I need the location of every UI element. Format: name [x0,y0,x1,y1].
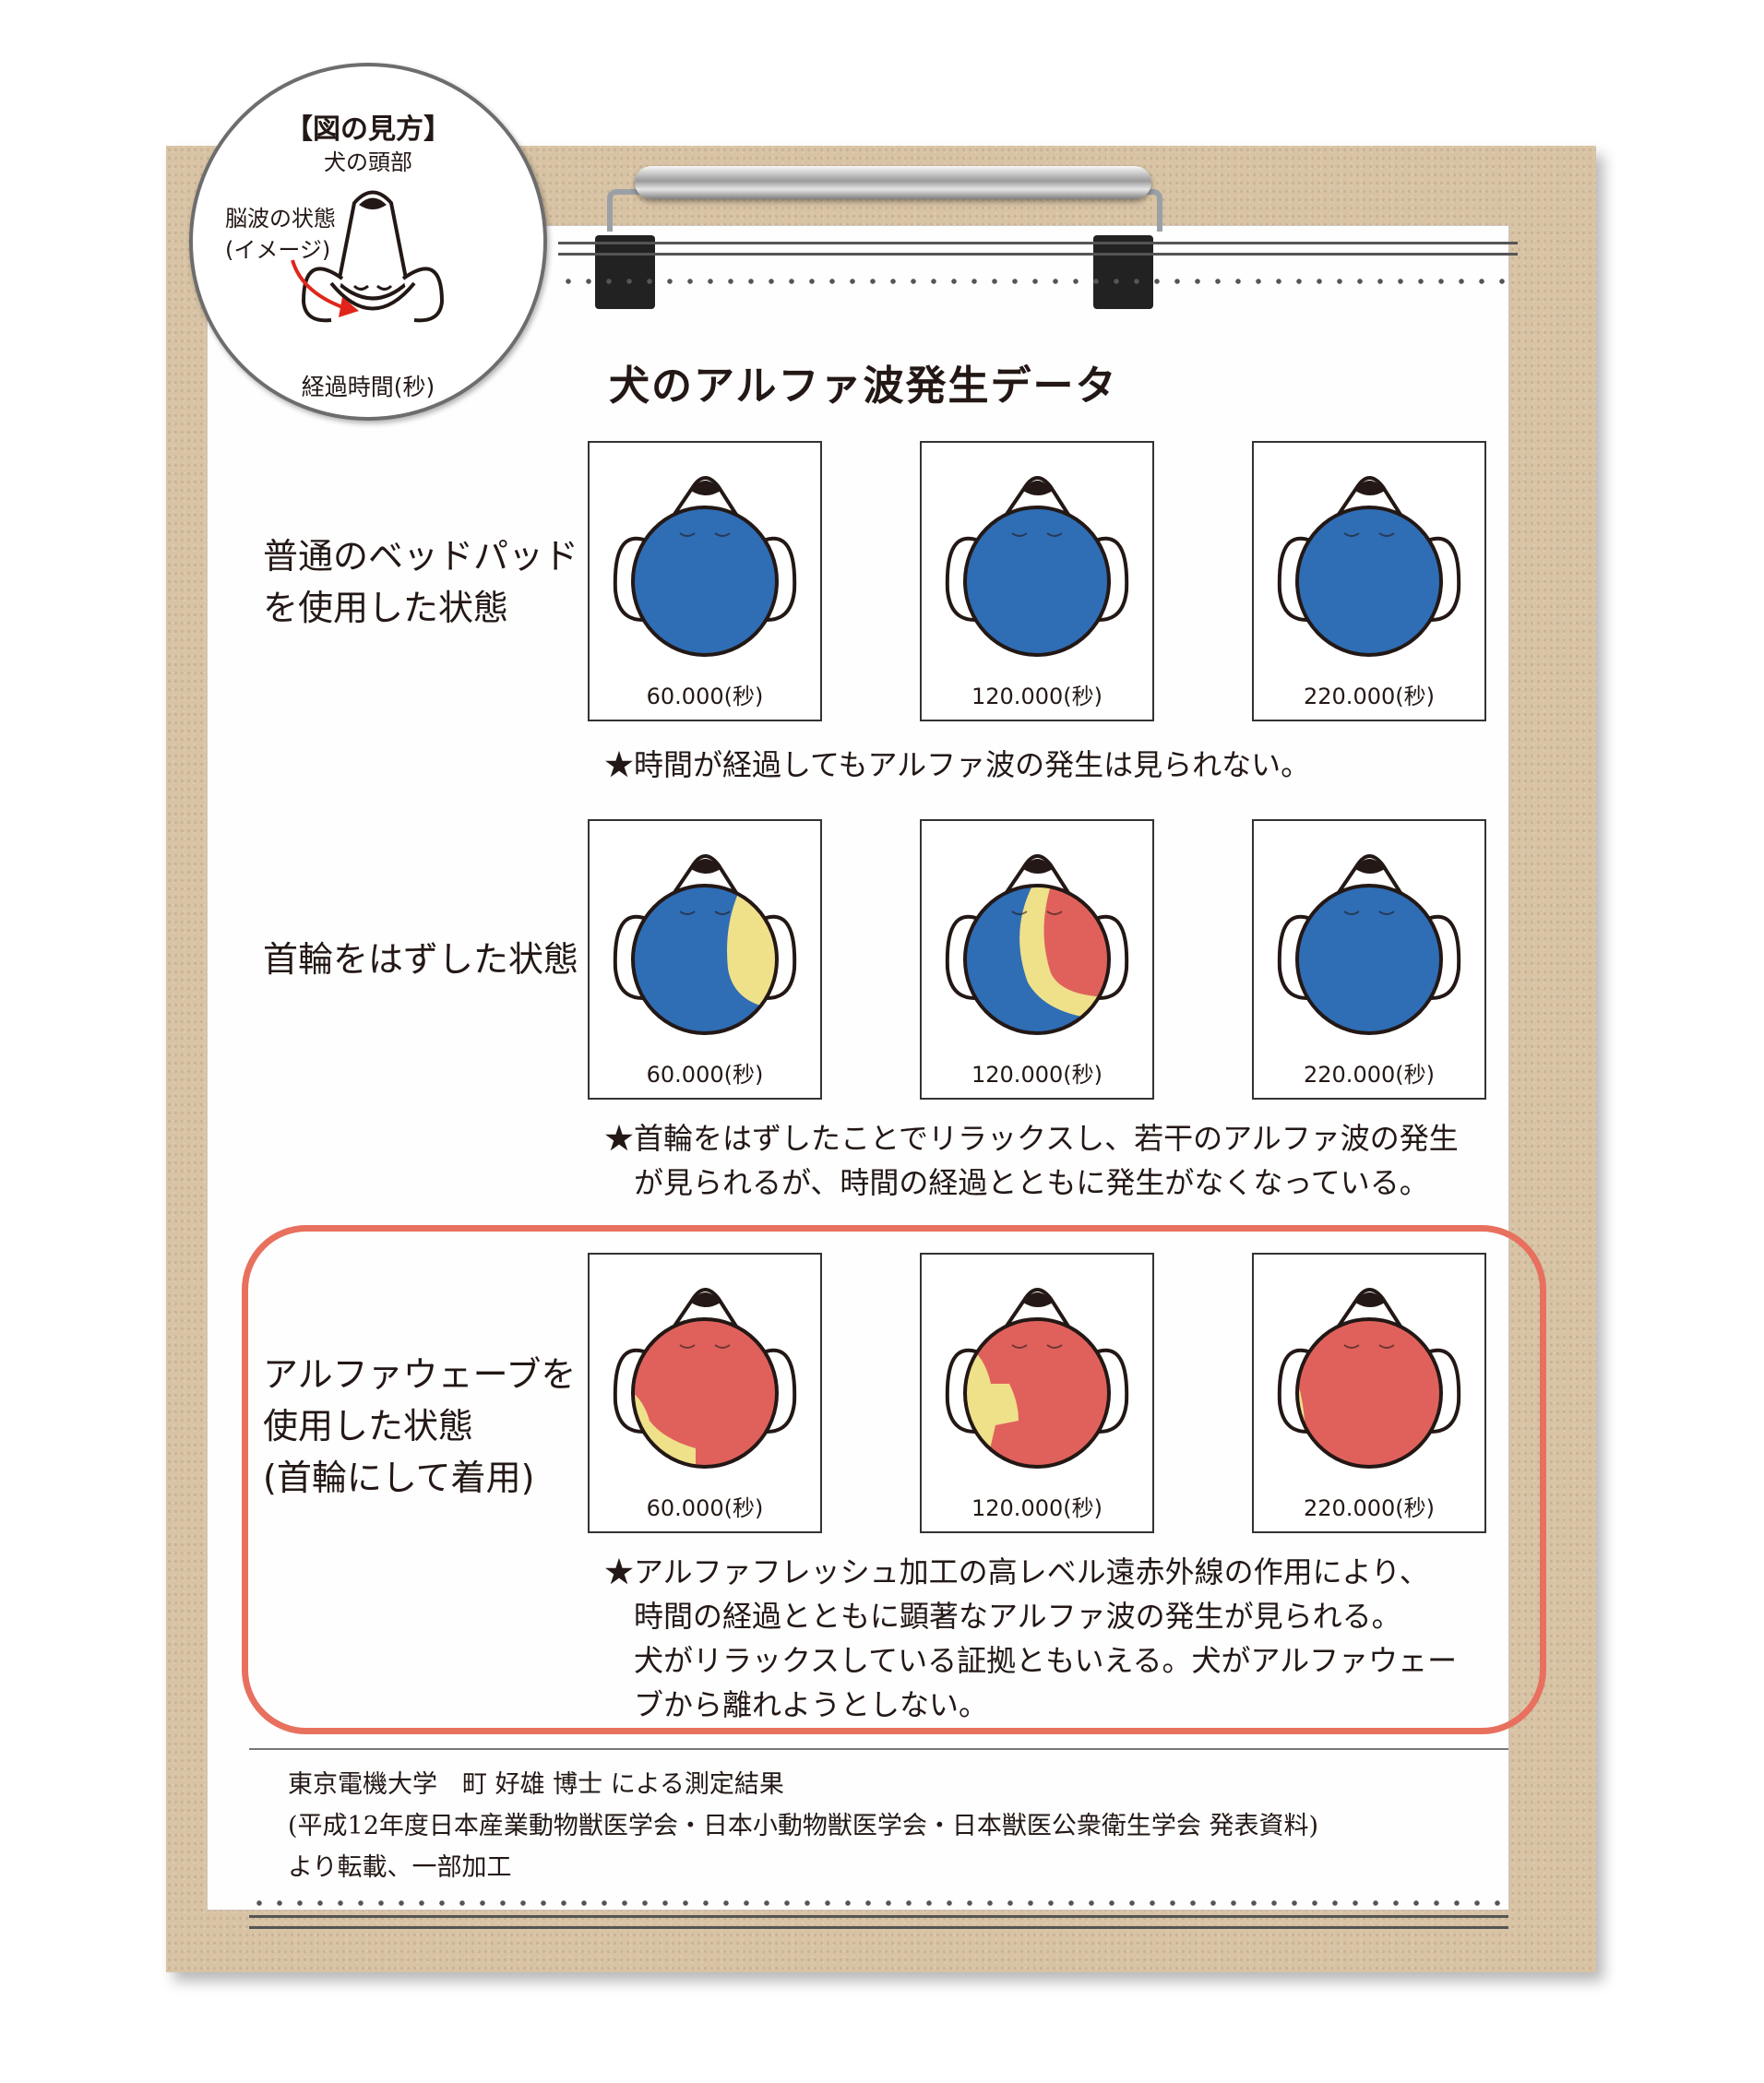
row1-label-line2: を使用した状態 [263,588,509,628]
row2-panel-60s: 60.000(秒) [588,819,822,1100]
row3-note-line1: ★アルファフレッシュ加工の高レベル遠赤外線の作用により、 [604,1554,1429,1589]
page-title: 犬のアルファ波発生データ [609,363,1118,410]
panel-time: 60.000(秒) [646,1495,764,1521]
row2-label: 首輪をはずした状態 [263,934,578,985]
row3-label-line2: 使用した状態 [263,1406,474,1446]
row2-note-line2: が見られるが、時間の経過とともに発生がなくなっている。 [604,1165,1429,1200]
row3-panel-60s: 60.000(秒) [588,1253,822,1533]
row1-note: ★時間が経過してもアルファ波の発生は見られない。 [604,743,1310,787]
credits-line2: (平成12年度日本産業動物獣医学会・日本小動物獣医学会・日本獣医公衆衛生学会 発… [288,1812,1319,1840]
bottom-rule [249,1915,1508,1929]
row2-label-line1: 首輪をはずした状態 [263,939,579,980]
row2-note-line1: ★首輪をはずしたことでリラックスし、若干のアルファ波の発生 [604,1121,1459,1156]
row3-panel-220s: 220.000(秒) [1252,1253,1486,1533]
panel-time: 220.000(秒) [1304,1495,1435,1521]
row1-panel-60s: 60.000(秒) [588,441,822,721]
legend-dog-icon [291,190,445,323]
legend-elapsed-label: 経過時間(秒) [301,374,435,400]
top-dots [558,279,1518,284]
panel-time: 120.000(秒) [971,1495,1102,1521]
row2-panel-220s: 220.000(秒) [1252,819,1486,1100]
row3-panel-120s: 120.000(秒) [920,1253,1154,1533]
credits-line1: 東京電機大学 町 好雄 博士 による測定結果 [288,1770,784,1799]
panel-time: 220.000(秒) [1304,1062,1435,1088]
row3-note: ★アルファフレッシュ加工の高レベル遠赤外線の作用により、 時間の経過とともに顕著… [604,1550,1457,1727]
row1-panel-120s: 120.000(秒) [920,441,1154,721]
clip-bar [635,166,1151,199]
row1-panel-220s: 220.000(秒) [1252,441,1486,721]
credits-separator [249,1748,1508,1750]
panel-time: 120.000(秒) [971,684,1102,709]
credits: 東京電機大学 町 好雄 博士 による測定結果 (平成12年度日本産業動物獣医学会… [288,1764,1318,1888]
panel-time: 60.000(秒) [646,684,764,709]
panel-time: 120.000(秒) [971,1062,1102,1088]
row2-note: ★首輪をはずしたことでリラックスし、若干のアルファ波の発生 が見られるが、時間の… [604,1116,1459,1205]
panel-time: 60.000(秒) [646,1062,764,1088]
row3-note-line4: ブから離れようとしない。 [604,1687,989,1722]
row1-label: 普通のベッドパッド を使用した状態 [263,530,578,634]
credits-line3: より転載、一部加工 [288,1853,512,1882]
row3-label-line3: (首輪にして着用) [263,1458,535,1498]
row3-note-line2: 時間の経過とともに顕著なアルファ波の発生が見られる。 [604,1599,1401,1634]
top-rule [558,242,1518,256]
row3-label: アルファウェーブを 使用した状態 (首輪にして着用) [263,1349,576,1504]
bottom-dots [249,1900,1508,1906]
panel-time: 220.000(秒) [1304,684,1435,709]
row1-note-line1: ★時間が経過してもアルファ波の発生は見られない。 [604,747,1311,782]
legend-circle: 【図の見方】 犬の頭部 脳波の状態 (イメージ) 経過時間(秒) [189,63,547,421]
row2-panel-120s: 120.000(秒) [920,819,1154,1100]
row1-label-line1: 普通のベッドパッド [263,536,579,577]
row3-note-line3: 犬がリラックスしている証拠ともいえる。犬がアルファウェー [604,1643,1458,1678]
row3-label-line1: アルファウェーブを [263,1354,577,1395]
